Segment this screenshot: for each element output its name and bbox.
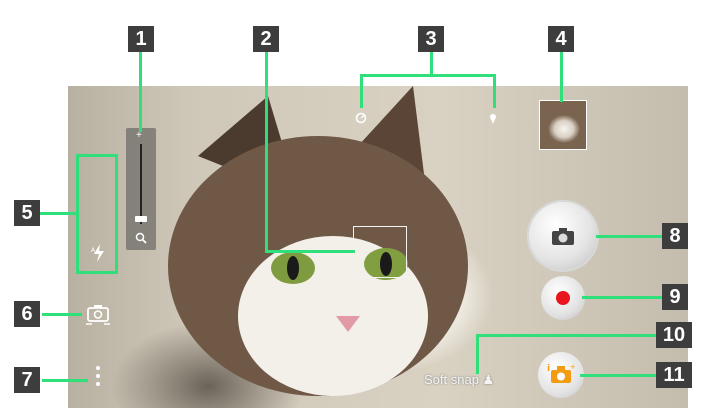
callout-line-3-horz [360,74,496,77]
menu-icon[interactable] [94,366,102,394]
camera-icon [552,228,574,245]
video-record-button[interactable] [541,276,585,320]
self-timer-icon [355,112,367,124]
zoom-slider[interactable]: + [126,128,156,250]
callout-line-2-vert [265,52,268,252]
callout-badge-7: 7 [14,367,40,393]
zoom-handle[interactable] [135,216,147,222]
photo-shutter-button[interactable] [527,200,599,272]
callout-badge-2: 2 [253,26,279,52]
callout-badge-5: 5 [14,200,40,226]
zoom-track[interactable] [140,144,142,224]
record-icon [556,291,570,305]
callout-line-3-left [360,74,363,108]
focus-frame [353,226,407,278]
callout-line-2-horz [265,250,355,253]
callout-badge-3: 3 [418,26,444,52]
callout-badge-4: 4 [548,26,574,52]
callout-badge-8: 8 [662,223,688,249]
callout-line-4 [560,52,563,102]
callout-badge-6: 6 [14,301,40,327]
callout-line-10-vert [476,334,479,374]
callout-line-3-right [493,74,496,108]
last-photo-thumbnail[interactable] [539,100,587,150]
callout-badge-11: 11 [656,362,692,388]
svg-text:i: i [547,364,550,374]
callout-badge-1: 1 [128,26,154,52]
callout-line-8 [596,235,662,238]
camera-switch-icon[interactable] [84,302,112,328]
mode-icon: i + [547,363,575,383]
flash-setting-highlight: A [76,154,118,274]
svg-text:+: + [570,363,575,371]
callout-line-1 [139,52,142,132]
callout-line-6 [42,313,82,316]
callout-line-3-vert [430,52,433,76]
capture-mode-button[interactable]: i + [538,352,584,398]
callout-line-5 [40,212,78,215]
zoom-icon [135,232,147,244]
callout-line-11 [580,374,662,377]
callout-line-9 [582,296,662,299]
location-icon [490,114,496,124]
callout-badge-10: 10 [656,322,692,348]
mode-name-label: Soft snap ♟ [424,372,495,387]
flash-auto-icon[interactable]: A [91,243,107,263]
callout-line-7 [42,379,88,382]
callout-line-10-horz [476,334,662,337]
callout-badge-9: 9 [662,284,688,310]
